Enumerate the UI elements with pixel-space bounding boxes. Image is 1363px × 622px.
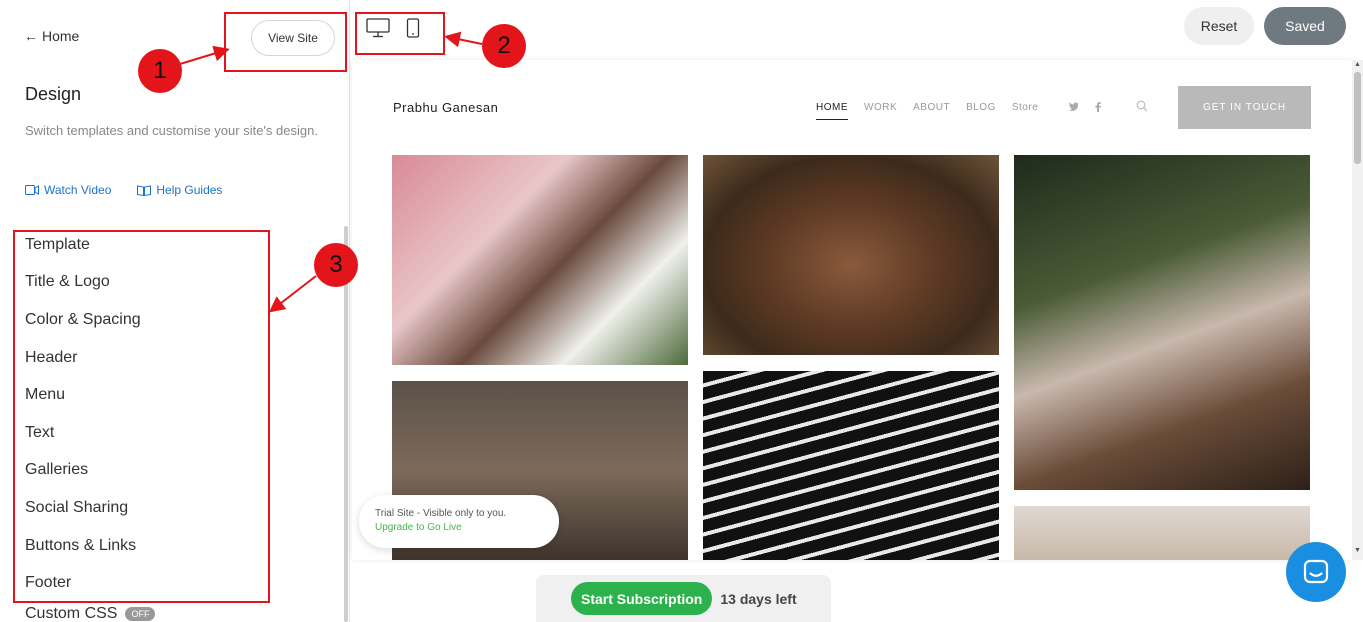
scroll-up-arrow-icon[interactable]: ▲ <box>1354 61 1361 68</box>
chat-icon <box>1303 559 1329 584</box>
app-root: ← Home View Site Design Switch templates… <box>0 0 1363 622</box>
watch-video-label: Watch Video <box>44 183 112 197</box>
sidebar-scrollbar[interactable] <box>344 226 348 622</box>
twitter-icon[interactable] <box>1069 102 1079 111</box>
page-title: Design <box>25 84 82 104</box>
trial-message: Trial Site - Visible only to you. <box>375 508 507 519</box>
social-icons <box>1069 102 1101 112</box>
site-nav: HOME WORK ABOUT BLOG Store <box>816 102 1038 120</box>
trial-site-toast: Trial Site - Visible only to you. Upgrad… <box>359 495 559 548</box>
annotation-box-view-site <box>224 12 347 72</box>
watch-video-link[interactable]: Watch Video <box>25 183 111 197</box>
help-guides-label: Help Guides <box>156 183 223 197</box>
nav-blog[interactable]: BLOG <box>966 102 996 120</box>
saved-button[interactable]: Saved <box>1264 7 1346 45</box>
nav-home[interactable]: HOME <box>816 102 848 120</box>
annotation-marker-1: 1 <box>138 49 182 93</box>
gallery-image[interactable] <box>1014 155 1310 490</box>
chat-button[interactable] <box>1286 542 1346 602</box>
book-icon <box>137 184 152 196</box>
subscription-bar: Start Subscription 13 days left <box>536 575 831 622</box>
video-camera-icon <box>25 185 39 195</box>
scroll-down-arrow-icon[interactable]: ▼ <box>1354 547 1361 554</box>
preview-scrollbar-thumb[interactable] <box>1354 72 1361 164</box>
search-icon[interactable] <box>1136 100 1148 112</box>
help-guides-link[interactable]: Help Guides <box>137 183 222 197</box>
custom-css-label: Custom CSS <box>25 604 118 622</box>
facebook-icon[interactable] <box>1095 102 1101 112</box>
gallery-image[interactable] <box>1014 506 1310 560</box>
nav-work[interactable]: WORK <box>864 102 897 120</box>
nav-about[interactable]: ABOUT <box>913 102 950 120</box>
help-links: Watch Video Help Guides <box>25 183 222 197</box>
menu-item-custom-css[interactable]: Custom CSS OFF <box>25 602 265 622</box>
gallery-image[interactable] <box>703 371 999 560</box>
annotation-box-devices <box>355 12 445 55</box>
annotation-box-menu <box>13 230 270 603</box>
nav-store[interactable]: Store <box>1012 102 1038 120</box>
annotation-arrow <box>444 31 483 48</box>
upgrade-link[interactable]: Upgrade to Go Live <box>375 522 543 533</box>
back-arrow-icon: ← <box>24 28 38 44</box>
get-in-touch-button[interactable]: GET IN TOUCH <box>1178 86 1311 129</box>
days-left-label: 13 days left <box>720 590 797 607</box>
site-title[interactable]: Prabhu Ganesan <box>393 100 498 115</box>
reset-button[interactable]: Reset <box>1184 7 1254 45</box>
design-description: Switch templates and customise your site… <box>25 123 318 138</box>
start-subscription-button[interactable]: Start Subscription <box>571 582 713 615</box>
annotation-marker-3: 3 <box>314 243 358 287</box>
gallery-image[interactable] <box>703 155 999 355</box>
home-label: Home <box>42 28 80 44</box>
site-preview: Prabhu Ganesan HOME WORK ABOUT BLOG Stor… <box>352 60 1352 560</box>
home-link[interactable]: ← Home <box>24 28 79 44</box>
gallery-image[interactable] <box>392 155 688 365</box>
annotation-marker-2: 2 <box>482 24 526 68</box>
status-badge: OFF <box>125 606 156 621</box>
